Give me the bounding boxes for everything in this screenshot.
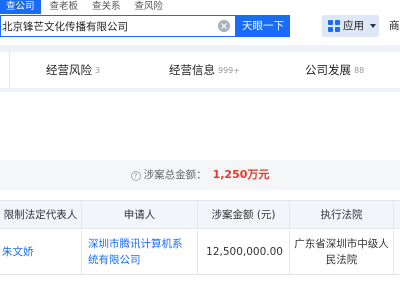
col-applicant: 申请人	[82, 201, 198, 229]
amount-cell: 12,500,000.00	[198, 230, 290, 274]
applicant-link[interactable]: 深圳市腾讯计算机系统有限公司	[88, 236, 191, 268]
summary-amount: 1,250万元	[212, 168, 270, 181]
question-icon[interactable]: ?	[130, 171, 141, 181]
app-grid-icon	[328, 20, 340, 32]
tab-search-risk[interactable]: 查风险	[130, 0, 169, 14]
nav-business-info[interactable]: 经营信息 999+	[169, 52, 240, 88]
search-type-tabs: 查公司 查老板 查关系 查风险	[0, 0, 168, 14]
nav-count: 3	[95, 66, 101, 75]
nav-label: 公司发展	[305, 63, 351, 77]
search-button[interactable]: 天眼一下	[236, 15, 290, 37]
search-input[interactable]	[2, 18, 214, 35]
nav-count: 999+	[218, 66, 240, 75]
shop-link[interactable]: 商	[389, 15, 400, 37]
applicant-cell: 深圳市腾讯计算机系统有限公司	[82, 230, 198, 274]
court-name: 广东省深圳市中级人民法院	[294, 238, 389, 266]
search-box	[0, 15, 236, 37]
nav-label: 经营信息	[169, 63, 215, 77]
col-court: 执行法院	[290, 201, 394, 229]
representative-name[interactable]: 朱文娇	[2, 244, 34, 260]
top-bar: 查公司 查老板 查关系 查风险 天眼一下 应用 商	[0, 0, 400, 45]
section-nav: 经营风险 3 经营信息 999+ 公司发展 88	[0, 52, 400, 88]
representative-link[interactable]: 朱文娇	[0, 230, 82, 274]
apps-label: 应用	[343, 20, 364, 32]
nav-company-development[interactable]: 公司发展 88	[305, 52, 364, 88]
nav-label: 经营风险	[46, 63, 92, 77]
row-divider	[0, 274, 400, 275]
amount-value: 12,500,000.00	[206, 246, 283, 258]
apps-menu-button[interactable]: 应用	[322, 15, 379, 37]
case-amount-summary: ? 涉案总金额： 1,250万元	[0, 160, 400, 190]
tab-search-boss[interactable]: 查老板	[45, 0, 84, 14]
tab-search-company[interactable]: 查公司	[0, 0, 41, 14]
nav-divider	[9, 52, 10, 88]
nav-business-risk[interactable]: 经营风险 3	[46, 52, 100, 88]
tab-search-relation[interactable]: 查关系	[87, 0, 126, 14]
chevron-down-icon	[370, 24, 376, 28]
col-representative: 限制法定代表人	[0, 201, 82, 229]
nav-count: 88	[354, 66, 365, 75]
table-header: 限制法定代表人 申请人 涉案金额 (元) 执行法院	[0, 201, 400, 229]
court-cell: 广东省深圳市中级人民法院	[290, 230, 394, 274]
restriction-table: 限制法定代表人 申请人 涉案金额 (元) 执行法院 朱文娇 深圳市腾讯计算机系统…	[0, 200, 400, 275]
clear-search-icon[interactable]	[218, 20, 230, 32]
col-amount: 涉案金额 (元)	[198, 201, 290, 229]
summary-label: 涉案总金额：	[143, 169, 207, 181]
